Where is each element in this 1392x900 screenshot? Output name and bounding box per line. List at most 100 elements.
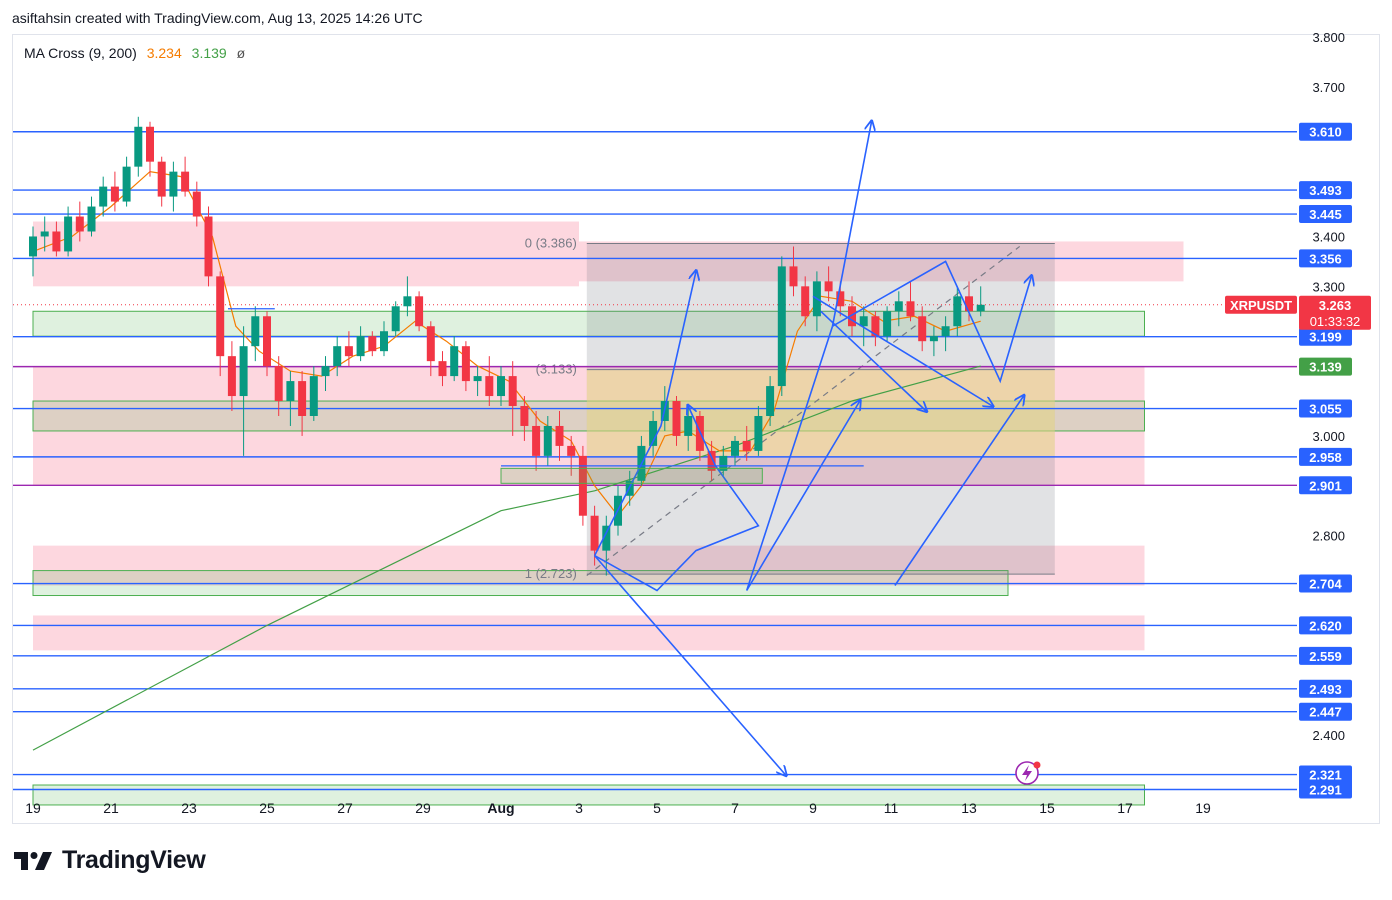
candle-body[interactable] (52, 231, 61, 252)
candle-body[interactable] (356, 336, 365, 357)
time-tick-label: 11 (884, 800, 899, 816)
candle-body[interactable] (286, 381, 295, 402)
candle-body[interactable] (426, 326, 435, 362)
candle-body[interactable] (672, 401, 681, 436)
candle-body[interactable] (590, 515, 599, 551)
support-zone[interactable] (32, 784, 1145, 806)
notification-dot (1033, 761, 1041, 769)
candle-body[interactable] (965, 296, 973, 312)
price-level-label: 3.139 (1309, 360, 1342, 375)
candle-body[interactable] (789, 266, 798, 287)
candle-body[interactable] (251, 316, 260, 347)
candle-body[interactable] (99, 186, 108, 207)
resistance-zone[interactable] (33, 615, 1145, 651)
price-tick-label: 3.800 (1312, 30, 1345, 45)
candle-body[interactable] (976, 304, 985, 312)
candle-body[interactable] (333, 346, 342, 367)
candle-body[interactable] (29, 236, 37, 257)
candle-body[interactable] (766, 386, 775, 416)
time-tick-label: 19 (1195, 800, 1211, 816)
candle-body[interactable] (181, 171, 190, 192)
price-level-label: 2.447 (1309, 705, 1342, 720)
candle-body[interactable] (894, 301, 903, 312)
candle-body[interactable] (883, 311, 892, 337)
countdown-label: 01:33:32 (1310, 314, 1361, 329)
candle-body[interactable] (298, 381, 307, 416)
tradingview-logo[interactable]: TradingView (14, 846, 206, 875)
candle-body[interactable] (497, 376, 505, 397)
candle-body[interactable] (742, 440, 751, 451)
candle-body[interactable] (906, 301, 915, 317)
candle-body[interactable] (321, 366, 330, 377)
brand-name: TradingView (62, 846, 206, 874)
time-tick-label: 27 (337, 800, 353, 816)
time-tick-label: Aug (487, 800, 514, 816)
candle-body[interactable] (918, 316, 927, 342)
candle-body[interactable] (40, 231, 49, 237)
candle-body[interactable] (274, 366, 283, 402)
price-chart[interactable]: 0 (3.386) (3.133) 1 (2.723) 3.800 3.700 3.40… (0, 0, 1392, 900)
price-level-label: 2.901 (1309, 478, 1342, 493)
price-tick-label: 2.800 (1312, 529, 1345, 544)
candle-body[interactable] (192, 191, 201, 217)
candle-body[interactable] (380, 331, 388, 352)
candle-body[interactable] (801, 286, 810, 317)
candle-body[interactable] (461, 346, 470, 382)
price-tick-label: 2.400 (1312, 728, 1345, 743)
time-tick-label: 9 (809, 800, 817, 816)
candle-body[interactable] (344, 346, 353, 357)
candle-body[interactable] (216, 276, 225, 357)
support-box[interactable] (500, 467, 763, 484)
candle-body[interactable] (684, 415, 693, 436)
price-level-label: 3.356 (1309, 251, 1342, 266)
price-level-label: 2.958 (1309, 450, 1342, 465)
time-tick-label: 15 (1039, 800, 1055, 816)
price-level-label: 3.055 (1309, 402, 1342, 417)
candle-body[interactable] (87, 206, 96, 232)
candle-body[interactable] (555, 425, 564, 446)
candle-body[interactable] (169, 171, 178, 197)
candle-body[interactable] (309, 376, 318, 416)
candle-body[interactable] (438, 361, 447, 377)
candle-body[interactable] (731, 440, 739, 456)
candle-body[interactable] (824, 281, 833, 292)
candle-body[interactable] (485, 376, 494, 397)
candle-body[interactable] (146, 126, 154, 162)
candle-body[interactable] (110, 186, 119, 202)
candle-body[interactable] (508, 376, 517, 407)
candle-body[interactable] (403, 296, 412, 307)
time-tick-label: 29 (415, 800, 431, 816)
candle-body[interactable] (368, 336, 377, 352)
candle-body[interactable] (75, 216, 84, 232)
price-level-label: 2.291 (1309, 783, 1342, 798)
candle-body[interactable] (157, 161, 166, 197)
candle-body[interactable] (941, 326, 950, 337)
candle-body[interactable] (473, 376, 482, 382)
candle-body[interactable] (567, 445, 576, 456)
candle-body[interactable] (777, 266, 786, 387)
candle-body[interactable] (64, 216, 73, 252)
visibility-icon[interactable]: ø (237, 45, 246, 61)
candle-body[interactable] (415, 296, 424, 327)
candle-body[interactable] (578, 455, 587, 516)
candle-body[interactable] (754, 415, 763, 451)
candle-body[interactable] (239, 346, 248, 397)
price-level-label: 2.493 (1309, 682, 1342, 697)
price-level-label: 3.493 (1309, 183, 1342, 198)
candle-body[interactable] (227, 356, 236, 397)
candle-body[interactable] (391, 306, 400, 332)
candle-body[interactable] (204, 216, 213, 277)
ma-slow-value: 3.139 (191, 45, 227, 61)
candle-body[interactable] (122, 166, 131, 202)
candle-body[interactable] (450, 346, 459, 377)
candle-body[interactable] (134, 126, 143, 167)
price-tick-label: 3.400 (1312, 229, 1345, 244)
candle-body[interactable] (953, 296, 962, 327)
candle-body[interactable] (929, 336, 938, 342)
candle-body[interactable] (543, 425, 552, 456)
indicator-legend[interactable]: MA Cross (9, 200) 3.234 3.139 ø (24, 45, 245, 61)
resistance-zone[interactable] (33, 221, 579, 287)
candle-body[interactable] (520, 406, 529, 426)
candle-body[interactable] (532, 425, 541, 456)
candle-body[interactable] (263, 316, 271, 367)
